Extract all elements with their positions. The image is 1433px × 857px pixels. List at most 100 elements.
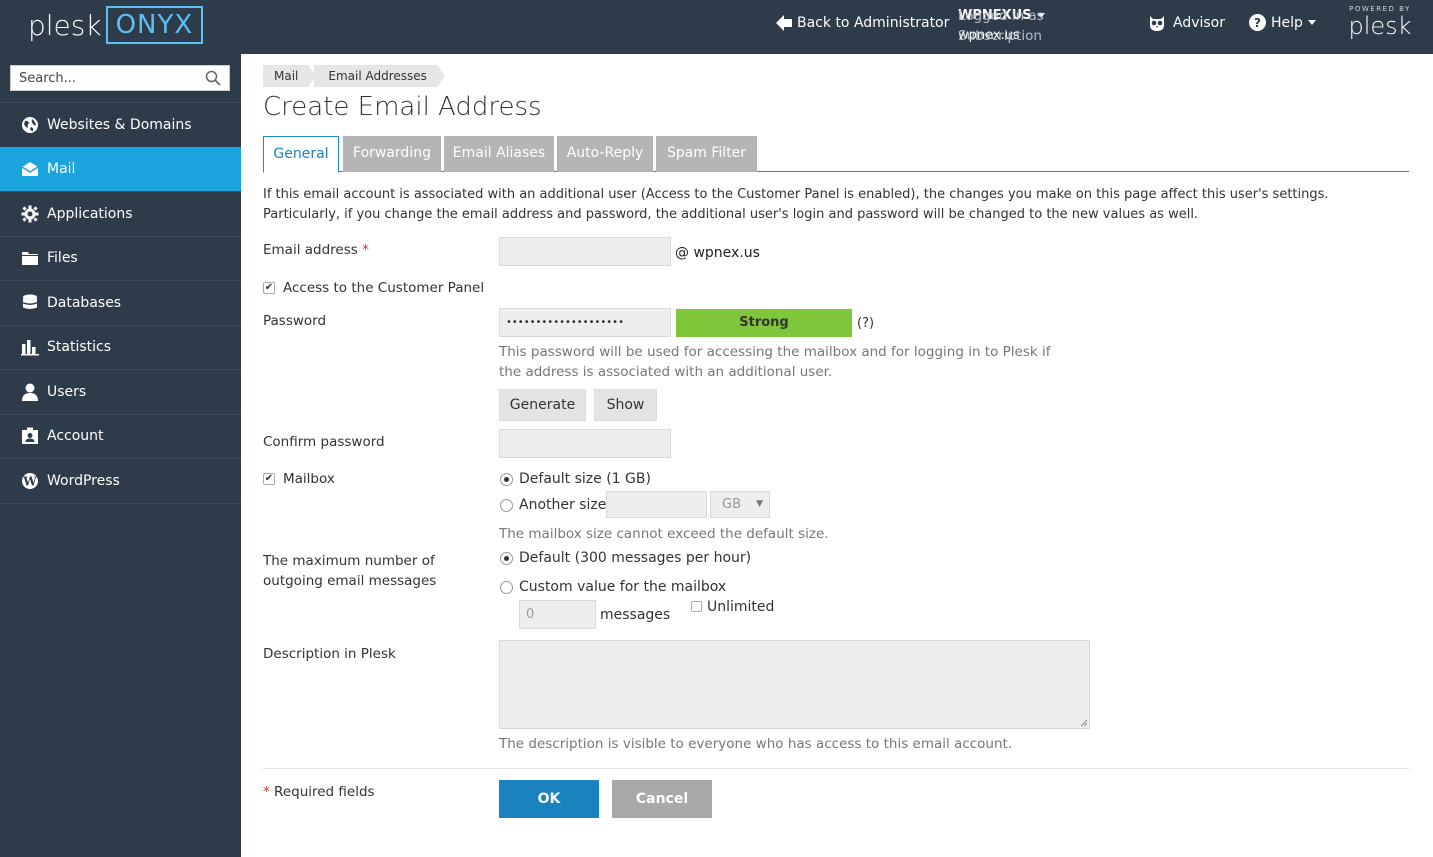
resize-handle-icon[interactable] xyxy=(1080,719,1088,727)
description-textarea[interactable] xyxy=(499,640,1090,729)
customer-panel-checkbox[interactable]: ✔ xyxy=(263,282,275,294)
messages-count-input[interactable]: 0 xyxy=(519,600,596,629)
password-input[interactable]: •••••••••••••••••••• xyxy=(499,308,671,337)
logged-in-label: Logged in as xyxy=(958,8,1044,24)
folder-icon xyxy=(20,249,39,268)
plesk-onyx-logo[interactable]: plesk ONYX xyxy=(28,6,204,44)
sidebar-item-files[interactable]: Files xyxy=(0,235,241,281)
sidebar-item-databases[interactable]: Databases xyxy=(0,280,241,325)
sidebar-item-label: Mail xyxy=(47,161,76,178)
wordpress-icon: W xyxy=(20,471,39,490)
gear-icon xyxy=(20,204,39,223)
description-hint: The description is visible to everyone w… xyxy=(499,736,1013,752)
required-mark: * xyxy=(362,242,369,258)
account-icon xyxy=(20,427,39,446)
sidebar-item-users[interactable]: Users xyxy=(0,369,241,414)
owl-icon xyxy=(1150,16,1164,31)
default-size-radio[interactable] xyxy=(500,473,513,486)
custom-value-radio[interactable] xyxy=(500,581,513,594)
sidebar-item-applications[interactable]: Applications xyxy=(0,191,241,236)
back-to-administrator-link[interactable]: Back to Administrator xyxy=(775,14,949,32)
default-messages-label: Default (300 messages per hour) xyxy=(519,550,752,566)
tab-forwarding[interactable]: Forwarding xyxy=(343,136,441,172)
required-mark: * xyxy=(263,784,270,800)
breadcrumb-email-addresses[interactable]: Email Addresses xyxy=(314,65,445,87)
sidebar-item-label: Files xyxy=(47,250,78,267)
mailbox-label: Mailbox xyxy=(283,471,335,487)
sidebar-item-label: Account xyxy=(47,428,104,445)
generate-button[interactable]: Generate xyxy=(499,389,586,421)
password-hint: This password will be used for accessing… xyxy=(499,344,1051,380)
default-messages-radio[interactable] xyxy=(500,552,513,565)
tab-bar: General Forwarding Email Aliases Auto-Re… xyxy=(263,136,1409,173)
help-menu[interactable]: ? Help xyxy=(1249,14,1316,31)
customer-panel-label: Access to the Customer Panel xyxy=(283,280,485,296)
show-button[interactable]: Show xyxy=(594,389,657,421)
tab-general[interactable]: General xyxy=(263,136,339,173)
powered-brand: plesk xyxy=(1348,12,1412,40)
default-size-label: Default size (1 GB) xyxy=(519,471,651,487)
chevron-down-icon: ▼ xyxy=(756,499,763,509)
search-icon[interactable] xyxy=(205,70,221,86)
another-size-radio[interactable] xyxy=(500,499,513,512)
ok-button[interactable]: OK xyxy=(499,780,599,818)
top-header: plesk ONYX Back to Administrator Logged … xyxy=(0,0,1433,54)
password-strength-indicator: Strong xyxy=(676,309,852,337)
intro-text: If this email account is associated with… xyxy=(263,187,1329,222)
size-unit-select[interactable]: GB ▼ xyxy=(710,491,770,518)
cancel-button[interactable]: Cancel xyxy=(612,780,712,818)
svg-text:?: ? xyxy=(1254,16,1261,30)
breadcrumb-mail[interactable]: Mail xyxy=(263,65,317,87)
search-box xyxy=(10,65,230,91)
size-unit-value: GB xyxy=(722,497,741,512)
tab-auto-reply[interactable]: Auto-Reply xyxy=(557,136,653,172)
another-size-label: Another size xyxy=(519,497,607,513)
sidebar-item-account[interactable]: Account xyxy=(0,413,241,459)
search-input[interactable] xyxy=(11,66,201,90)
sidebar-item-label: Statistics xyxy=(47,339,111,356)
globe-icon xyxy=(20,115,39,134)
tab-email-aliases[interactable]: Email Aliases xyxy=(444,136,554,172)
logo-brand: plesk xyxy=(28,8,102,42)
password-label: Password xyxy=(263,313,327,329)
confirm-password-label: Confirm password xyxy=(263,434,385,450)
chevron-down-icon xyxy=(1307,20,1316,25)
mailbox-checkbox[interactable]: ✔ xyxy=(263,473,275,485)
bar-chart-icon xyxy=(20,338,39,357)
breadcrumb: Mail Email Addresses xyxy=(263,65,445,87)
arrow-left-icon xyxy=(776,15,792,31)
custom-value-label: Custom value for the mailbox xyxy=(519,579,727,595)
sidebar-nav: Websites & Domains Mail Applications Fil… xyxy=(0,102,241,504)
sidebar-item-mail[interactable]: Mail xyxy=(0,146,241,191)
login-info: Logged in as WPNEXUS Subscription wpnex.us xyxy=(958,6,1045,46)
sidebar-divider xyxy=(0,502,241,504)
email-address-input[interactable] xyxy=(499,237,671,266)
mail-icon xyxy=(20,160,39,179)
sidebar-item-label: Websites & Domains xyxy=(47,116,192,133)
subscription-label: Subscription xyxy=(958,28,1042,44)
password-help-link[interactable]: (?) xyxy=(857,316,874,331)
required-fields-label: Required fields xyxy=(274,784,375,800)
svg-text:W: W xyxy=(22,474,37,488)
mailbox-hint: The mailbox size cannot exceed the defau… xyxy=(499,526,829,542)
tab-spam-filter[interactable]: Spam Filter xyxy=(656,136,757,172)
max-outgoing-label-line-2: outgoing email messages xyxy=(263,573,437,589)
logo-edition: ONYX xyxy=(105,6,204,44)
sidebar-item-label: Applications xyxy=(47,205,133,222)
unlimited-label: Unlimited xyxy=(707,599,775,615)
unlimited-checkbox[interactable] xyxy=(691,601,702,612)
another-size-input[interactable] xyxy=(606,491,707,518)
sidebar-item-wordpress[interactable]: W WordPress xyxy=(0,458,241,503)
confirm-password-input[interactable] xyxy=(499,429,671,458)
advisor-button[interactable]: Advisor xyxy=(1148,14,1225,32)
user-icon xyxy=(20,382,39,401)
sidebar-item-statistics[interactable]: Statistics xyxy=(0,324,241,370)
sidebar-item-websites-domains[interactable]: Websites & Domains xyxy=(0,102,241,147)
sidebar: Websites & Domains Mail Applications Fil… xyxy=(0,54,241,857)
database-icon xyxy=(20,293,39,312)
question-circle-icon: ? xyxy=(1249,14,1266,31)
help-label: Help xyxy=(1271,14,1303,31)
advisor-label: Advisor xyxy=(1173,15,1226,31)
sidebar-item-label: WordPress xyxy=(47,472,120,489)
max-outgoing-label: The maximum number of outgoing email mes… xyxy=(263,551,436,591)
